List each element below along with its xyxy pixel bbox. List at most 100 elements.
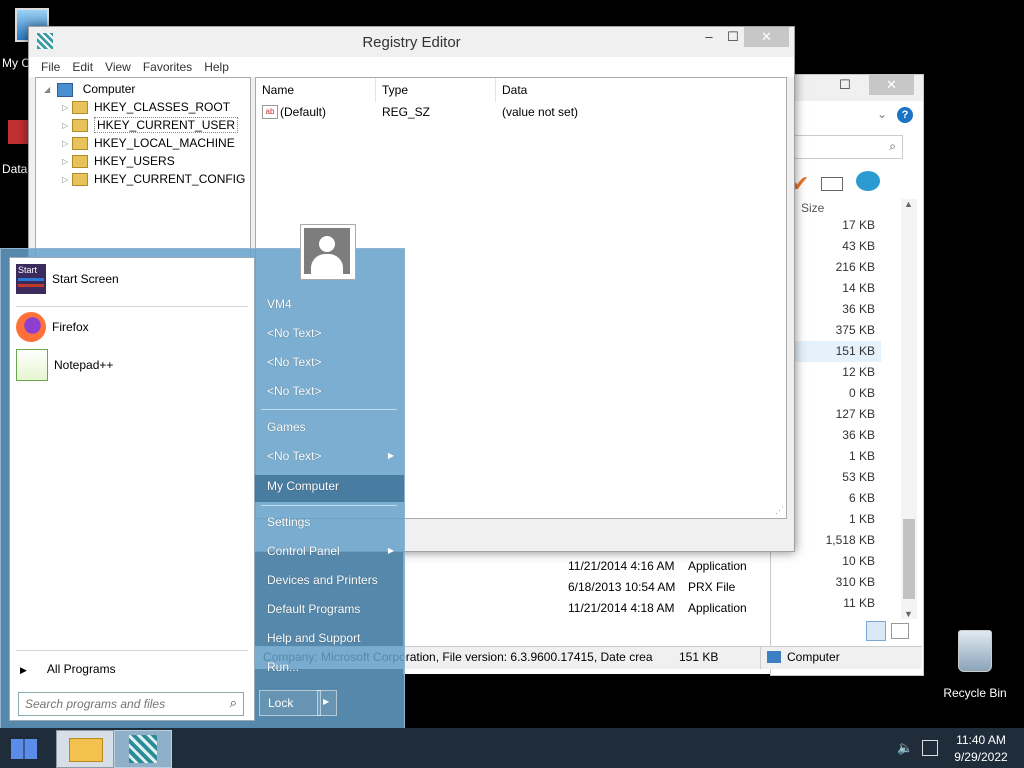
- run-link[interactable]: Run...: [267, 660, 299, 674]
- expand-icon[interactable]: ▷: [62, 135, 72, 153]
- tree-label: HKEY_USERS: [94, 154, 175, 168]
- desktop-icon-recycle-bin[interactable]: Recycle Bin: [940, 630, 1010, 700]
- taskbar-file-explorer[interactable]: [56, 730, 114, 768]
- control-panel-link[interactable]: Control Panel: [267, 544, 340, 558]
- expand-icon[interactable]: ▷: [62, 153, 72, 171]
- shutdown-options-button[interactable]: ▶: [317, 690, 337, 716]
- volume-muted-icon[interactable]: 🔈: [897, 740, 913, 756]
- all-programs-label: All Programs: [46, 662, 116, 676]
- desktop-icon-label: Recycle Bin: [943, 686, 1007, 700]
- globe-icon[interactable]: [856, 171, 881, 191]
- column-header-type[interactable]: Type: [376, 78, 496, 102]
- tree-node-hklm[interactable]: ▷ HKEY_LOCAL_MACHINE: [62, 134, 235, 152]
- folder-icon: [69, 738, 103, 762]
- folder-icon: [72, 155, 88, 169]
- file-date: 11/21/2014 4:16 AM: [568, 559, 675, 573]
- menu-file[interactable]: File: [35, 57, 66, 77]
- help-icon[interactable]: ?: [897, 107, 913, 123]
- menu-favorites[interactable]: Favorites: [137, 57, 198, 77]
- settings-link[interactable]: Settings: [267, 515, 310, 529]
- details-view-button[interactable]: [866, 621, 886, 641]
- computer-icon: [767, 651, 781, 663]
- explorer-scrollbar[interactable]: ▲ ▼: [901, 199, 917, 619]
- separator: [261, 409, 397, 410]
- notepadpp-icon: [16, 349, 48, 381]
- start-search-box[interactable]: ⌕: [18, 692, 244, 716]
- lock-label: Lock: [268, 696, 294, 710]
- all-programs-button[interactable]: ▶ All Programs: [20, 662, 116, 676]
- regedit-maximize-button[interactable]: ☐: [719, 27, 747, 47]
- network-icon[interactable]: [922, 740, 938, 756]
- expand-icon[interactable]: ▷: [62, 117, 72, 135]
- tree-node-hkcc[interactable]: ▷ HKEY_CURRENT_CONFIG: [62, 170, 245, 188]
- regedit-titlebar[interactable]: Registry Editor – ☐ ✕: [29, 27, 794, 57]
- no-text-item[interactable]: <No Text>: [267, 326, 321, 340]
- taskbar-registry-editor[interactable]: [114, 730, 172, 768]
- no-text-item[interactable]: <No Text>: [267, 355, 321, 369]
- user-name-link[interactable]: VM4: [267, 297, 292, 311]
- regedit-close-button[interactable]: ✕: [744, 27, 789, 47]
- tree-node-hkcu[interactable]: ▷ HKEY_CURRENT_USER: [62, 116, 239, 135]
- games-link[interactable]: Games: [267, 420, 306, 434]
- status-location: Computer: [787, 650, 840, 664]
- resize-grip-icon[interactable]: ⋰: [775, 505, 784, 516]
- start-badge: Start: [18, 265, 38, 275]
- separator: [16, 306, 248, 307]
- explorer-toolbar: ✔: [791, 171, 881, 197]
- expand-icon[interactable]: ▷: [62, 99, 72, 117]
- taskbar: 🔈 11:40 AM 9/29/2022: [0, 728, 1024, 768]
- status-divider: [760, 647, 761, 669]
- computer-icon: [57, 82, 74, 97]
- explorer-max-button[interactable]: ☐: [831, 75, 859, 95]
- program-start-screen[interactable]: Start Start Screen: [16, 262, 119, 296]
- help-support-link[interactable]: Help and Support: [267, 631, 360, 645]
- tree-node-computer[interactable]: ◢ Computer: [44, 80, 135, 98]
- window-icon[interactable]: [820, 177, 843, 191]
- file-date: 6/18/2013 10:54 AM: [568, 580, 676, 594]
- regedit-menubar: File Edit View Favorites Help: [29, 57, 794, 77]
- status-size: 151 KB: [679, 650, 719, 664]
- column-header-data[interactable]: Data: [496, 78, 786, 102]
- firefox-icon: [16, 312, 46, 342]
- menu-view[interactable]: View: [99, 57, 137, 77]
- expand-icon[interactable]: ▷: [62, 171, 72, 189]
- scroll-up-icon[interactable]: ▲: [904, 199, 913, 209]
- folder-icon: [72, 119, 88, 133]
- explorer-close-button[interactable]: ✕: [869, 75, 914, 95]
- clock-date: 9/29/2022: [954, 750, 1008, 764]
- user-picture[interactable]: [300, 224, 356, 280]
- chevron-down-icon[interactable]: ⌄: [877, 107, 887, 121]
- triangle-right-icon: ▶: [20, 665, 27, 675]
- desktop-icon-data[interactable]: Data: [0, 120, 30, 176]
- recycle-bin-icon: [958, 630, 992, 672]
- tree-label: HKEY_CLASSES_ROOT: [94, 100, 231, 114]
- tree-node-hkcr[interactable]: ▷ HKEY_CLASSES_ROOT: [62, 98, 230, 116]
- menu-help[interactable]: Help: [198, 57, 235, 77]
- program-notepadpp[interactable]: Notepad++: [16, 348, 113, 382]
- column-header-name[interactable]: Name: [256, 78, 376, 102]
- scroll-down-icon[interactable]: ▼: [904, 609, 913, 619]
- windows-logo-icon: [11, 739, 37, 759]
- search-input[interactable]: [23, 694, 217, 714]
- devices-printers-link[interactable]: Devices and Printers: [267, 573, 378, 587]
- clock-time: 11:40 AM: [956, 733, 1006, 747]
- lock-button[interactable]: Lock: [259, 690, 321, 716]
- default-programs-link[interactable]: Default Programs: [267, 602, 360, 616]
- clock[interactable]: 11:40 AM 9/29/2022: [942, 733, 1020, 764]
- start-button[interactable]: [0, 730, 48, 766]
- tiles-view-button[interactable]: [891, 623, 909, 639]
- folder-icon: [72, 101, 88, 115]
- table-row[interactable]: ab (Default) REG_SZ (value not set): [256, 102, 786, 122]
- no-text-submenu[interactable]: <No Text>: [267, 449, 321, 463]
- no-text-item[interactable]: <No Text>: [267, 384, 321, 398]
- tree-label: Computer: [82, 82, 136, 96]
- collapse-icon[interactable]: ◢: [44, 81, 54, 99]
- tree-node-hku[interactable]: ▷ HKEY_USERS: [62, 152, 175, 170]
- program-firefox[interactable]: Firefox: [16, 310, 89, 344]
- start-menu: Start Start Screen Firefox Notepad++ ▶ Al…: [0, 248, 405, 730]
- tree-label: HKEY_LOCAL_MACHINE: [94, 136, 235, 150]
- my-computer-link[interactable]: My Computer: [267, 479, 339, 493]
- menu-edit[interactable]: Edit: [66, 57, 99, 77]
- submenu-arrow-icon: ▶: [387, 451, 394, 460]
- scrollbar-thumb[interactable]: [903, 519, 915, 599]
